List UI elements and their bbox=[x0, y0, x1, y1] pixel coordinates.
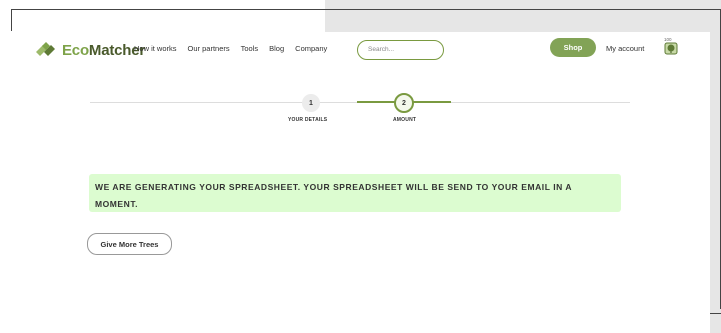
step-1-indicator: 1 bbox=[302, 94, 320, 112]
nav-tools[interactable]: Tools bbox=[241, 44, 259, 53]
logo-text: EcoMatcher bbox=[62, 42, 145, 59]
nav-company[interactable]: Company bbox=[295, 44, 327, 53]
logo[interactable]: EcoMatcher bbox=[34, 40, 145, 60]
success-message-text: WE ARE GENERATING YOUR SPREADSHEET. YOUR… bbox=[95, 182, 572, 209]
frame-border-bottom bbox=[710, 313, 721, 314]
site-header: EcoMatcher How it works Our partners Too… bbox=[12, 32, 710, 68]
my-account-link[interactable]: My account bbox=[606, 44, 644, 53]
left-margin bbox=[0, 0, 12, 333]
top-background bbox=[0, 0, 325, 32]
give-more-trees-button[interactable]: Give More Trees bbox=[87, 233, 172, 255]
search-placeholder: Search... bbox=[368, 46, 395, 53]
frame-border-top bbox=[11, 9, 721, 10]
search-input[interactable]: Search... bbox=[357, 40, 444, 60]
step-2-indicator: 2 bbox=[394, 93, 414, 113]
nav-our-partners[interactable]: Our partners bbox=[188, 44, 230, 53]
shop-button[interactable]: Shop bbox=[550, 38, 596, 57]
success-message: WE ARE GENERATING YOUR SPREADSHEET. YOUR… bbox=[89, 174, 621, 212]
nav-how-it-works[interactable]: How it works bbox=[134, 44, 177, 53]
step-1-label: YOUR DETAILS bbox=[288, 117, 328, 123]
logo-text-eco: Eco bbox=[62, 41, 89, 59]
nav-blog[interactable]: Blog bbox=[269, 44, 284, 53]
frame-border-left bbox=[11, 9, 12, 31]
page-content: EcoMatcher How it works Our partners Too… bbox=[12, 32, 710, 333]
step-2-label: AMOUNT bbox=[393, 117, 417, 123]
tree-cart-icon[interactable] bbox=[664, 39, 678, 55]
main-nav: How it works Our partners Tools Blog Com… bbox=[134, 44, 338, 53]
ecomatcher-logo-icon bbox=[36, 42, 55, 56]
